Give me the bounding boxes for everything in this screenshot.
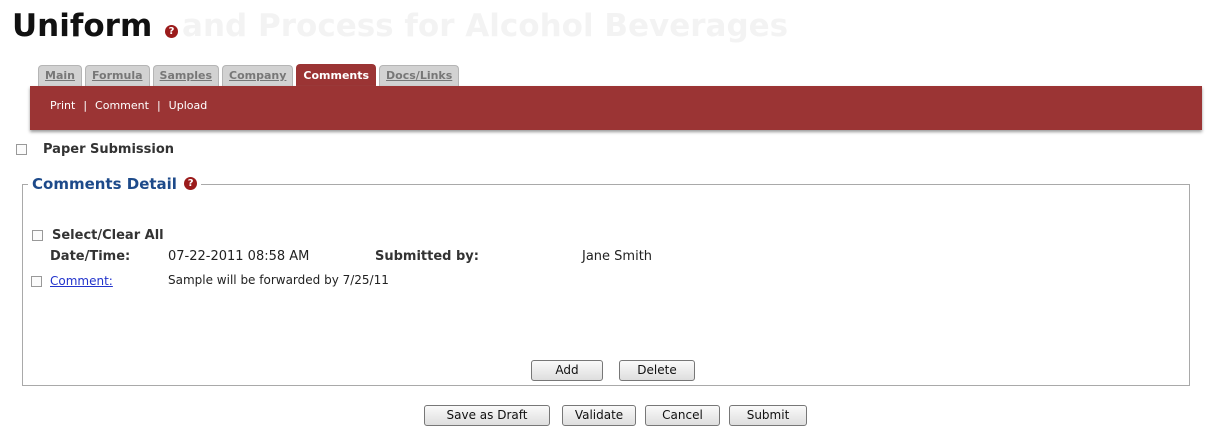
tab-comments[interactable]: Comments: [296, 64, 377, 87]
paper-submission-row: Paper Submission: [16, 142, 174, 157]
sub-navigation-bar: Print | Comment | Upload: [30, 86, 1202, 130]
tab-formula[interactable]: Formula: [84, 65, 150, 86]
cancel-button[interactable]: Cancel: [645, 405, 720, 426]
tab-samples[interactable]: Samples: [152, 65, 219, 86]
validate-button[interactable]: Validate: [562, 405, 636, 426]
paper-submission-checkbox[interactable]: [16, 144, 27, 155]
nav-separator: |: [83, 99, 88, 112]
tab-bar: Main Formula Samples Company Comments Do…: [38, 64, 462, 87]
submitted-by-label: Submitted by:: [375, 249, 479, 264]
question-icon[interactable]: ?: [165, 25, 179, 38]
select-all-row: Select/Clear All: [32, 228, 164, 243]
comment-checkbox[interactable]: [31, 275, 42, 287]
select-all-checkbox[interactable]: [32, 230, 43, 241]
paper-submission-label: Paper Submission: [43, 142, 175, 157]
nav-separator: |: [156, 99, 161, 112]
page-title-text: Uniform: [12, 8, 153, 44]
comments-detail-panel: Comments Detail ? Select/Clear All Date/…: [22, 175, 1190, 386]
comment-nav-link[interactable]: Comment: [95, 99, 149, 112]
page-title: Uniform ? and Process for Alcohol Beverag…: [12, 6, 788, 46]
submit-button[interactable]: Submit: [729, 405, 807, 426]
comments-detail-legend: Comments Detail ?: [28, 175, 202, 193]
delete-button[interactable]: Delete: [619, 360, 695, 381]
page-title-faded: and Process for Alcohol Beverages: [182, 8, 789, 44]
tab-main[interactable]: Main: [38, 65, 82, 86]
tab-docs-links[interactable]: Docs/Links: [379, 65, 460, 86]
submitted-by-value: Jane Smith: [582, 249, 653, 264]
comment-link[interactable]: Comment:: [50, 274, 113, 288]
upload-link[interactable]: Upload: [169, 99, 208, 112]
tab-company[interactable]: Company: [222, 65, 294, 86]
datetime-value: 07-22-2011 08:58 AM: [168, 249, 310, 264]
question-icon[interactable]: ?: [184, 177, 198, 190]
save-as-draft-button[interactable]: Save as Draft: [424, 405, 550, 426]
select-all-label: Select/Clear All: [52, 228, 164, 243]
print-link[interactable]: Print: [50, 99, 75, 112]
sub-navigation-links: Print | Comment | Upload: [50, 99, 207, 112]
comments-detail-title: Comments Detail: [32, 175, 177, 193]
datetime-label: Date/Time:: [50, 249, 131, 264]
comment-row: Comment:: [31, 274, 113, 288]
add-button[interactable]: Add: [531, 360, 603, 381]
comment-text: Sample will be forwarded by 7/25/11: [168, 273, 389, 287]
